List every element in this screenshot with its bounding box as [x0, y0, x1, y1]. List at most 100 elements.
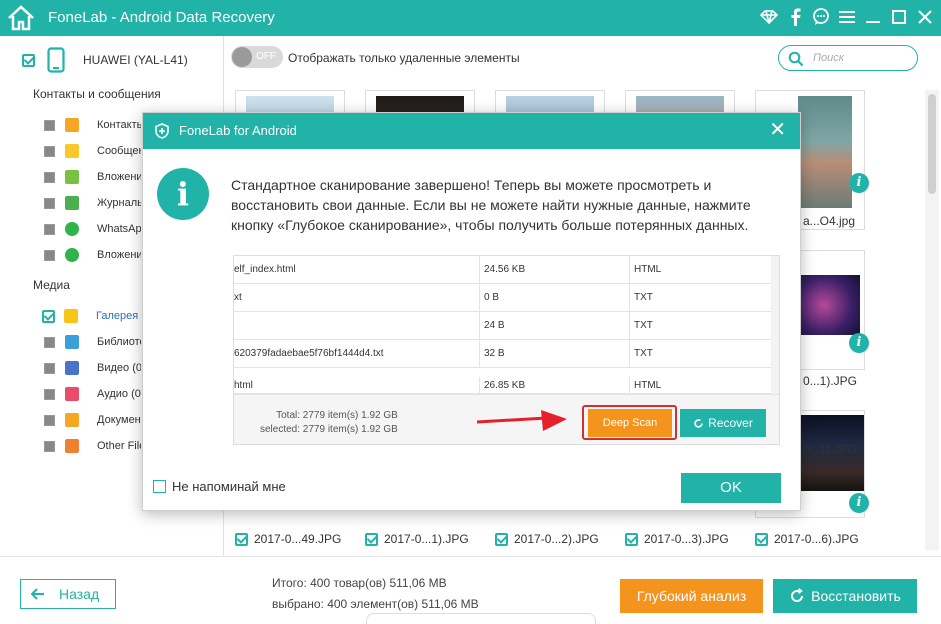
- preview-selected: selected: 2779 item(s) 1.92 GB: [260, 424, 398, 435]
- sidebar-item-image-library[interactable]: Библиотека изображений: [44, 333, 141, 351]
- file-size-cell: 24.56 KB: [480, 256, 630, 283]
- photo-label[interactable]: 2017-0...6).JPG: [755, 532, 859, 546]
- search-input[interactable]: Поиск: [778, 45, 918, 71]
- facebook-icon[interactable]: [785, 6, 805, 28]
- attachment-icon: [65, 170, 79, 184]
- main-scrollbar[interactable]: [925, 90, 939, 550]
- sidebar-item-call-logs[interactable]: Журналы вызовов: [44, 194, 141, 212]
- checkbox[interactable]: [44, 119, 55, 131]
- selected-text: выбрано: 400 элемент(ов) 511,06 MB: [272, 597, 479, 611]
- photo-checkbox[interactable]: [365, 532, 378, 546]
- menu-icon[interactable]: [837, 6, 857, 28]
- footer: Назад Итого: 400 товар(ов) 511,06 MB выб…: [0, 556, 941, 624]
- chat-icon[interactable]: [811, 6, 831, 28]
- file-name-cell: elf_index.html: [234, 256, 480, 283]
- toggle-knob: [232, 47, 252, 67]
- checkbox[interactable]: [44, 336, 55, 348]
- deep-scan-button[interactable]: Глубокий анализ: [620, 579, 763, 613]
- table-row: xt 0 B TXT: [234, 284, 772, 312]
- preview-recover-button: Recover: [680, 409, 766, 437]
- sidebar-item-label: Библиотека изображений: [97, 336, 141, 348]
- app-title: FoneLab - Android Data Recovery: [48, 9, 275, 26]
- refresh-icon: [694, 418, 703, 428]
- phone-icon: [47, 47, 65, 73]
- phone-call-icon: [65, 196, 79, 210]
- close-icon[interactable]: [915, 6, 935, 28]
- sidebar-item-messages[interactable]: Сообщения: [44, 142, 141, 160]
- table-row: html 26.85 KB HTML: [234, 368, 772, 394]
- checkbox[interactable]: [44, 171, 55, 183]
- sidebar-item-label: Галерея: [96, 310, 139, 322]
- sidebar-item-label: Вложения WhatsApp: [97, 249, 141, 261]
- sidebar-item-audio[interactable]: Аудио (0): [44, 385, 141, 403]
- checkbox[interactable]: [44, 249, 55, 261]
- sidebar-item-attachments[interactable]: Вложения: [44, 168, 141, 186]
- preview-recover-label: Recover: [708, 416, 753, 430]
- file-name-cell: html: [234, 377, 480, 393]
- photo-checkbox[interactable]: [755, 532, 768, 546]
- sidebar-item-whatsapp-attachments[interactable]: Вложения WhatsApp: [44, 246, 141, 264]
- sidebar-item-video[interactable]: Видео (0): [44, 359, 141, 377]
- minimize-icon[interactable]: [863, 6, 883, 28]
- sidebar-item-label: Журналы вызовов: [97, 197, 141, 209]
- checkbox[interactable]: [44, 414, 55, 426]
- home-icon[interactable]: [6, 4, 36, 32]
- sidebar-item-whatsapp[interactable]: WhatsApp: [44, 220, 141, 238]
- dont-remind-label: Не напоминай мне: [172, 479, 286, 494]
- recover-button[interactable]: Восстановить: [773, 579, 917, 613]
- checkbox[interactable]: [44, 223, 55, 235]
- back-button[interactable]: Назад: [20, 579, 116, 609]
- checkbox[interactable]: [42, 309, 55, 323]
- sidebar-item-label: Видео (0): [97, 362, 141, 374]
- checkbox[interactable]: [44, 197, 55, 209]
- photo-image: [800, 275, 860, 335]
- sidebar-item-documents[interactable]: Документы: [44, 411, 141, 429]
- checkbox[interactable]: [44, 145, 55, 157]
- photo-checkbox[interactable]: [625, 532, 638, 546]
- footer-totals: Итого: 400 товар(ов) 511,06 MB выбрано: …: [272, 573, 479, 615]
- sidebar-item-label: WhatsApp: [97, 223, 141, 235]
- sidebar-item-gallery[interactable]: Галерея: [42, 307, 140, 325]
- info-icon[interactable]: i: [849, 333, 869, 353]
- search-icon: [788, 51, 804, 67]
- checkbox[interactable]: [44, 388, 55, 400]
- file-size-cell: 24 B: [480, 312, 630, 339]
- back-label: Назад: [59, 586, 100, 602]
- scrollbar-thumb[interactable]: [928, 94, 936, 194]
- photo-label[interactable]: 2017-0...3).JPG: [625, 532, 729, 546]
- dont-remind-checkbox[interactable]: Не напоминай мне: [153, 479, 286, 494]
- photo-label[interactable]: 2017-0...49.JPG: [235, 532, 341, 546]
- dialog-close-icon[interactable]: ✕: [769, 120, 786, 140]
- photo-label[interactable]: 2017-0...1).JPG: [365, 532, 469, 546]
- checkbox[interactable]: [44, 362, 55, 374]
- section-title-media: Медиа: [33, 278, 70, 292]
- info-icon[interactable]: i: [849, 493, 869, 513]
- table-row: 620379fadaebae5f76bf1444d4.txt 32 B TXT: [234, 340, 772, 368]
- deleted-only-toggle[interactable]: OFF: [231, 46, 283, 68]
- total-text: Итого: 400 товар(ов) 511,06 MB: [272, 576, 447, 590]
- diamond-icon[interactable]: [759, 6, 779, 28]
- photo-name: 2017-0...6).JPG: [774, 532, 859, 546]
- checkbox[interactable]: [153, 480, 166, 493]
- dialog-title: FoneLab for Android: [179, 123, 297, 138]
- photo-checkbox[interactable]: [235, 532, 248, 546]
- maximize-icon[interactable]: [889, 6, 909, 28]
- sidebar-item-contacts[interactable]: Контакты: [44, 116, 141, 134]
- recover-label: Восстановить: [811, 588, 901, 604]
- photo-name: 2017-0...3).JPG: [644, 532, 729, 546]
- device-checkbox[interactable]: [22, 53, 35, 67]
- file-type-cell: HTML: [634, 379, 662, 391]
- photo-image: [798, 96, 852, 208]
- file-name-cell: xt: [234, 284, 480, 311]
- file-name-cell: [234, 312, 480, 339]
- file-size-cell: 26.85 KB: [480, 377, 630, 393]
- checkbox[interactable]: [44, 440, 55, 452]
- photo-label[interactable]: 2017-0...2).JPG: [495, 532, 599, 546]
- ok-button[interactable]: OK: [681, 473, 781, 503]
- info-icon: i: [157, 168, 209, 220]
- info-icon[interactable]: i: [849, 173, 869, 193]
- sidebar-item-other-files[interactable]: Other Files: [44, 437, 141, 455]
- file-name-cell: 620379fadaebae5f76bf1444d4.txt: [234, 340, 480, 367]
- device-row[interactable]: HUAWEI (YAL-L41): [22, 47, 188, 73]
- photo-checkbox[interactable]: [495, 532, 508, 546]
